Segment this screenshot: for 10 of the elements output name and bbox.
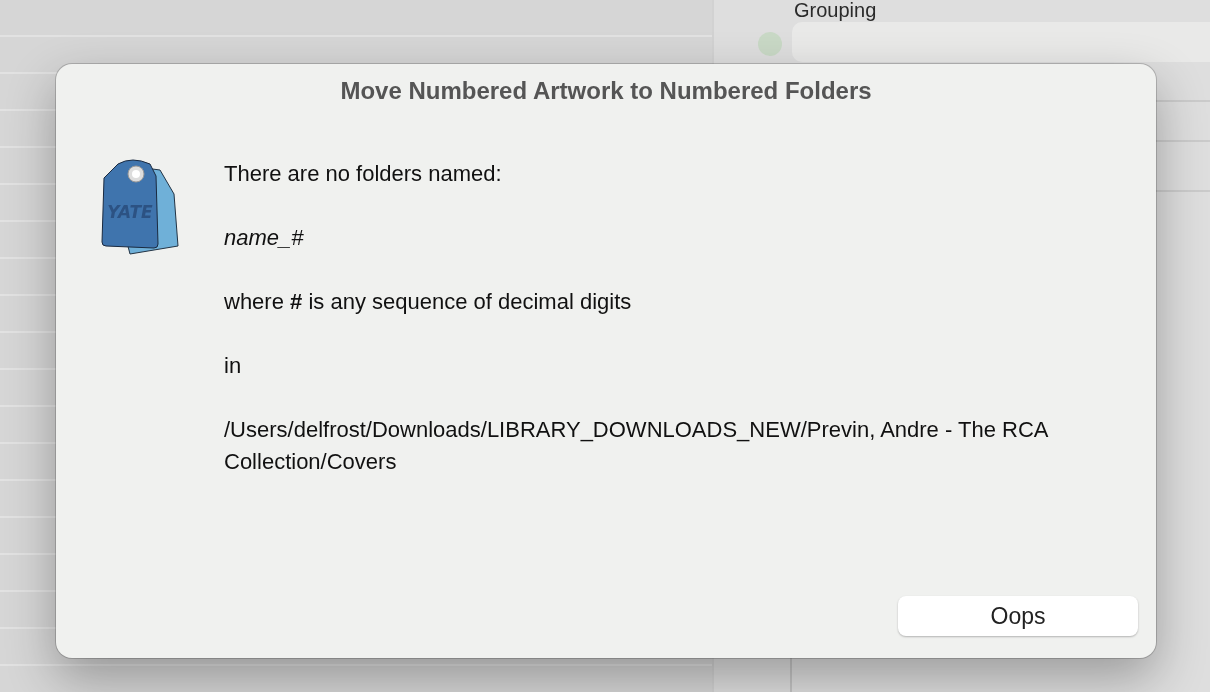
status-dot-icon (758, 32, 782, 56)
grouping-field[interactable] (792, 22, 1210, 62)
message-text: name_# (224, 224, 305, 252)
field-label: Grouping (794, 0, 877, 23)
message-text: where # is any sequence of decimal digits (224, 288, 633, 316)
dialog-title: Move Numbered Artwork to Numbered Folders (339, 76, 873, 106)
oops-button[interactable]: Oops (898, 596, 1138, 636)
message-text: There are no folders named: (224, 160, 503, 188)
message-text: in (224, 352, 243, 380)
message-text: /Users/delfrost/Downloads/LIBRARY_DOWNLOADS_NEW/Previn, Andre - The RCA Collection/Covers (224, 416, 1049, 476)
